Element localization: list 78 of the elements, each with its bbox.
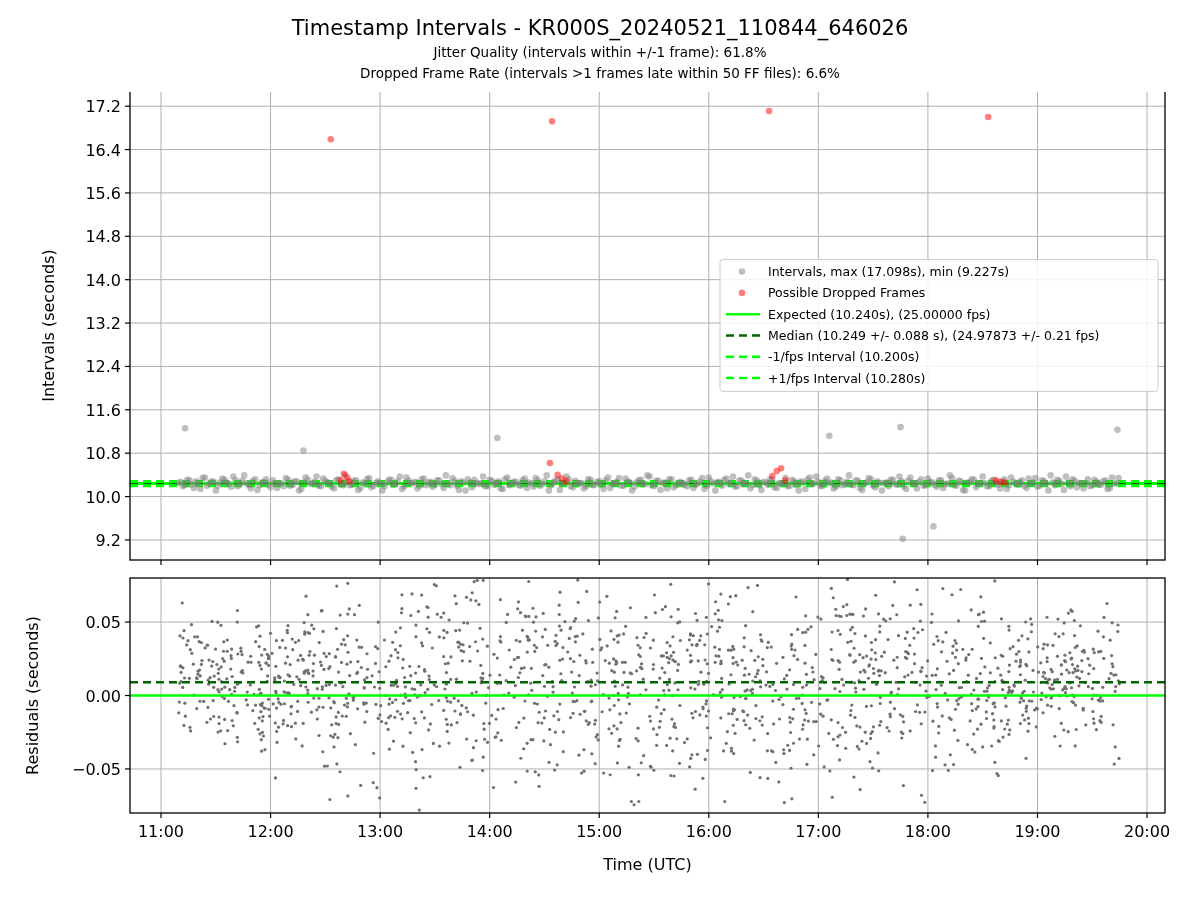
tick-mark (1146, 559, 1148, 566)
tick-mark (598, 559, 600, 566)
tick-mark (598, 812, 600, 819)
tick-mark (1036, 812, 1039, 819)
point (548, 118, 556, 125)
tick-mark (927, 559, 929, 566)
tick-mark (1146, 812, 1148, 819)
tick-mark (124, 495, 131, 498)
chart-title: Timestamp Intervals - KR000S_20240521_110844_646026 (291, 15, 909, 42)
point (777, 465, 785, 472)
y-tick-label: 16.4 (85, 140, 121, 160)
x-tick-label: 16:00 (685, 822, 732, 841)
y-axis-label: Intervals (seconds) (39, 249, 58, 402)
tick-mark (708, 559, 710, 566)
tick-mark (124, 235, 131, 237)
y-tick-label: 11.6 (85, 400, 121, 420)
x-tick-label: 15:00 (576, 822, 623, 841)
x-tick-label: 11:00 (137, 822, 185, 841)
y-tick-label: 10.0 (85, 487, 121, 507)
chart-subtitle: Jitter Quality (intervals within +/-1 frame): 61.8% (433, 43, 767, 62)
tick-mark (1036, 559, 1039, 566)
legend-label: Expected (10.240s), (25.00000 fps) (768, 306, 991, 322)
chart-subtitle: Dropped Frame Rate (intervals >1 frames late within 50 FF files): 6.6% (360, 64, 840, 83)
tick-mark (817, 812, 819, 819)
tick-mark (124, 539, 131, 541)
legend-label: Possible Dropped Frames (768, 285, 926, 301)
point (765, 107, 773, 115)
x-tick-label: 19:00 (1014, 822, 1061, 841)
tick-mark (124, 148, 131, 151)
tick-mark (160, 559, 162, 566)
legend-label: -1/fps Interval (10.200s) (768, 349, 920, 365)
tick-mark (124, 322, 131, 324)
point (558, 475, 566, 482)
tick-mark (927, 812, 929, 819)
x-tick-label: 20:00 (1124, 822, 1171, 841)
tick-mark (124, 279, 131, 281)
y-tick-label: 13.2 (85, 314, 121, 334)
tick-mark (817, 559, 819, 566)
tick-mark (269, 559, 272, 566)
tick-mark (708, 812, 710, 819)
tick-mark (124, 768, 131, 770)
x-tick-label: 17:00 (795, 822, 842, 841)
tick-mark (269, 812, 272, 819)
point (554, 471, 561, 479)
tick-mark (124, 365, 131, 368)
y-tick-label: 15.6 (85, 183, 121, 203)
point (546, 459, 554, 467)
y-tick-label: 12.4 (85, 357, 121, 377)
tick-mark (124, 452, 131, 454)
y-tick-label: 17.2 (85, 97, 121, 117)
tick-mark (379, 559, 381, 566)
y-tick-label: 0.05 (85, 613, 121, 633)
legend-label: Median (10.249 +/- 0.088 s), (24.97873 +/- 0.21 fps) (768, 328, 1100, 343)
y-tick-label: 14.8 (85, 227, 121, 247)
legend-label: Intervals, max (17.098s), min (9.227s) (768, 264, 1010, 280)
x-tick-label: 14:00 (466, 822, 513, 841)
x-tick-label: 12:00 (247, 822, 294, 841)
y-tick-label: 14.0 (85, 270, 121, 290)
legend-label: +1/fps Interval (10.280s) (768, 370, 926, 386)
tick-mark (160, 812, 162, 819)
x-tick-label: 18:00 (904, 822, 951, 841)
tick-mark (124, 621, 131, 623)
y-tick-label: 10.8 (85, 444, 121, 464)
y-tick-label: 9.2 (95, 530, 121, 550)
tick-mark (124, 192, 131, 194)
tick-mark (124, 694, 131, 697)
tick-mark (379, 812, 381, 819)
tick-mark (124, 105, 131, 107)
y-tick-label: −0.05 (71, 759, 121, 779)
x-tick-label: 13:00 (357, 822, 404, 841)
point (327, 135, 335, 143)
tick-mark (489, 812, 491, 819)
tick-mark (489, 559, 491, 566)
y-tick-label: 0.00 (85, 686, 121, 706)
y-axis-label: Residuals (seconds) (23, 616, 42, 775)
point (984, 113, 992, 121)
x-axis-label: Time (UTC) (603, 855, 692, 874)
tick-mark (124, 409, 131, 411)
